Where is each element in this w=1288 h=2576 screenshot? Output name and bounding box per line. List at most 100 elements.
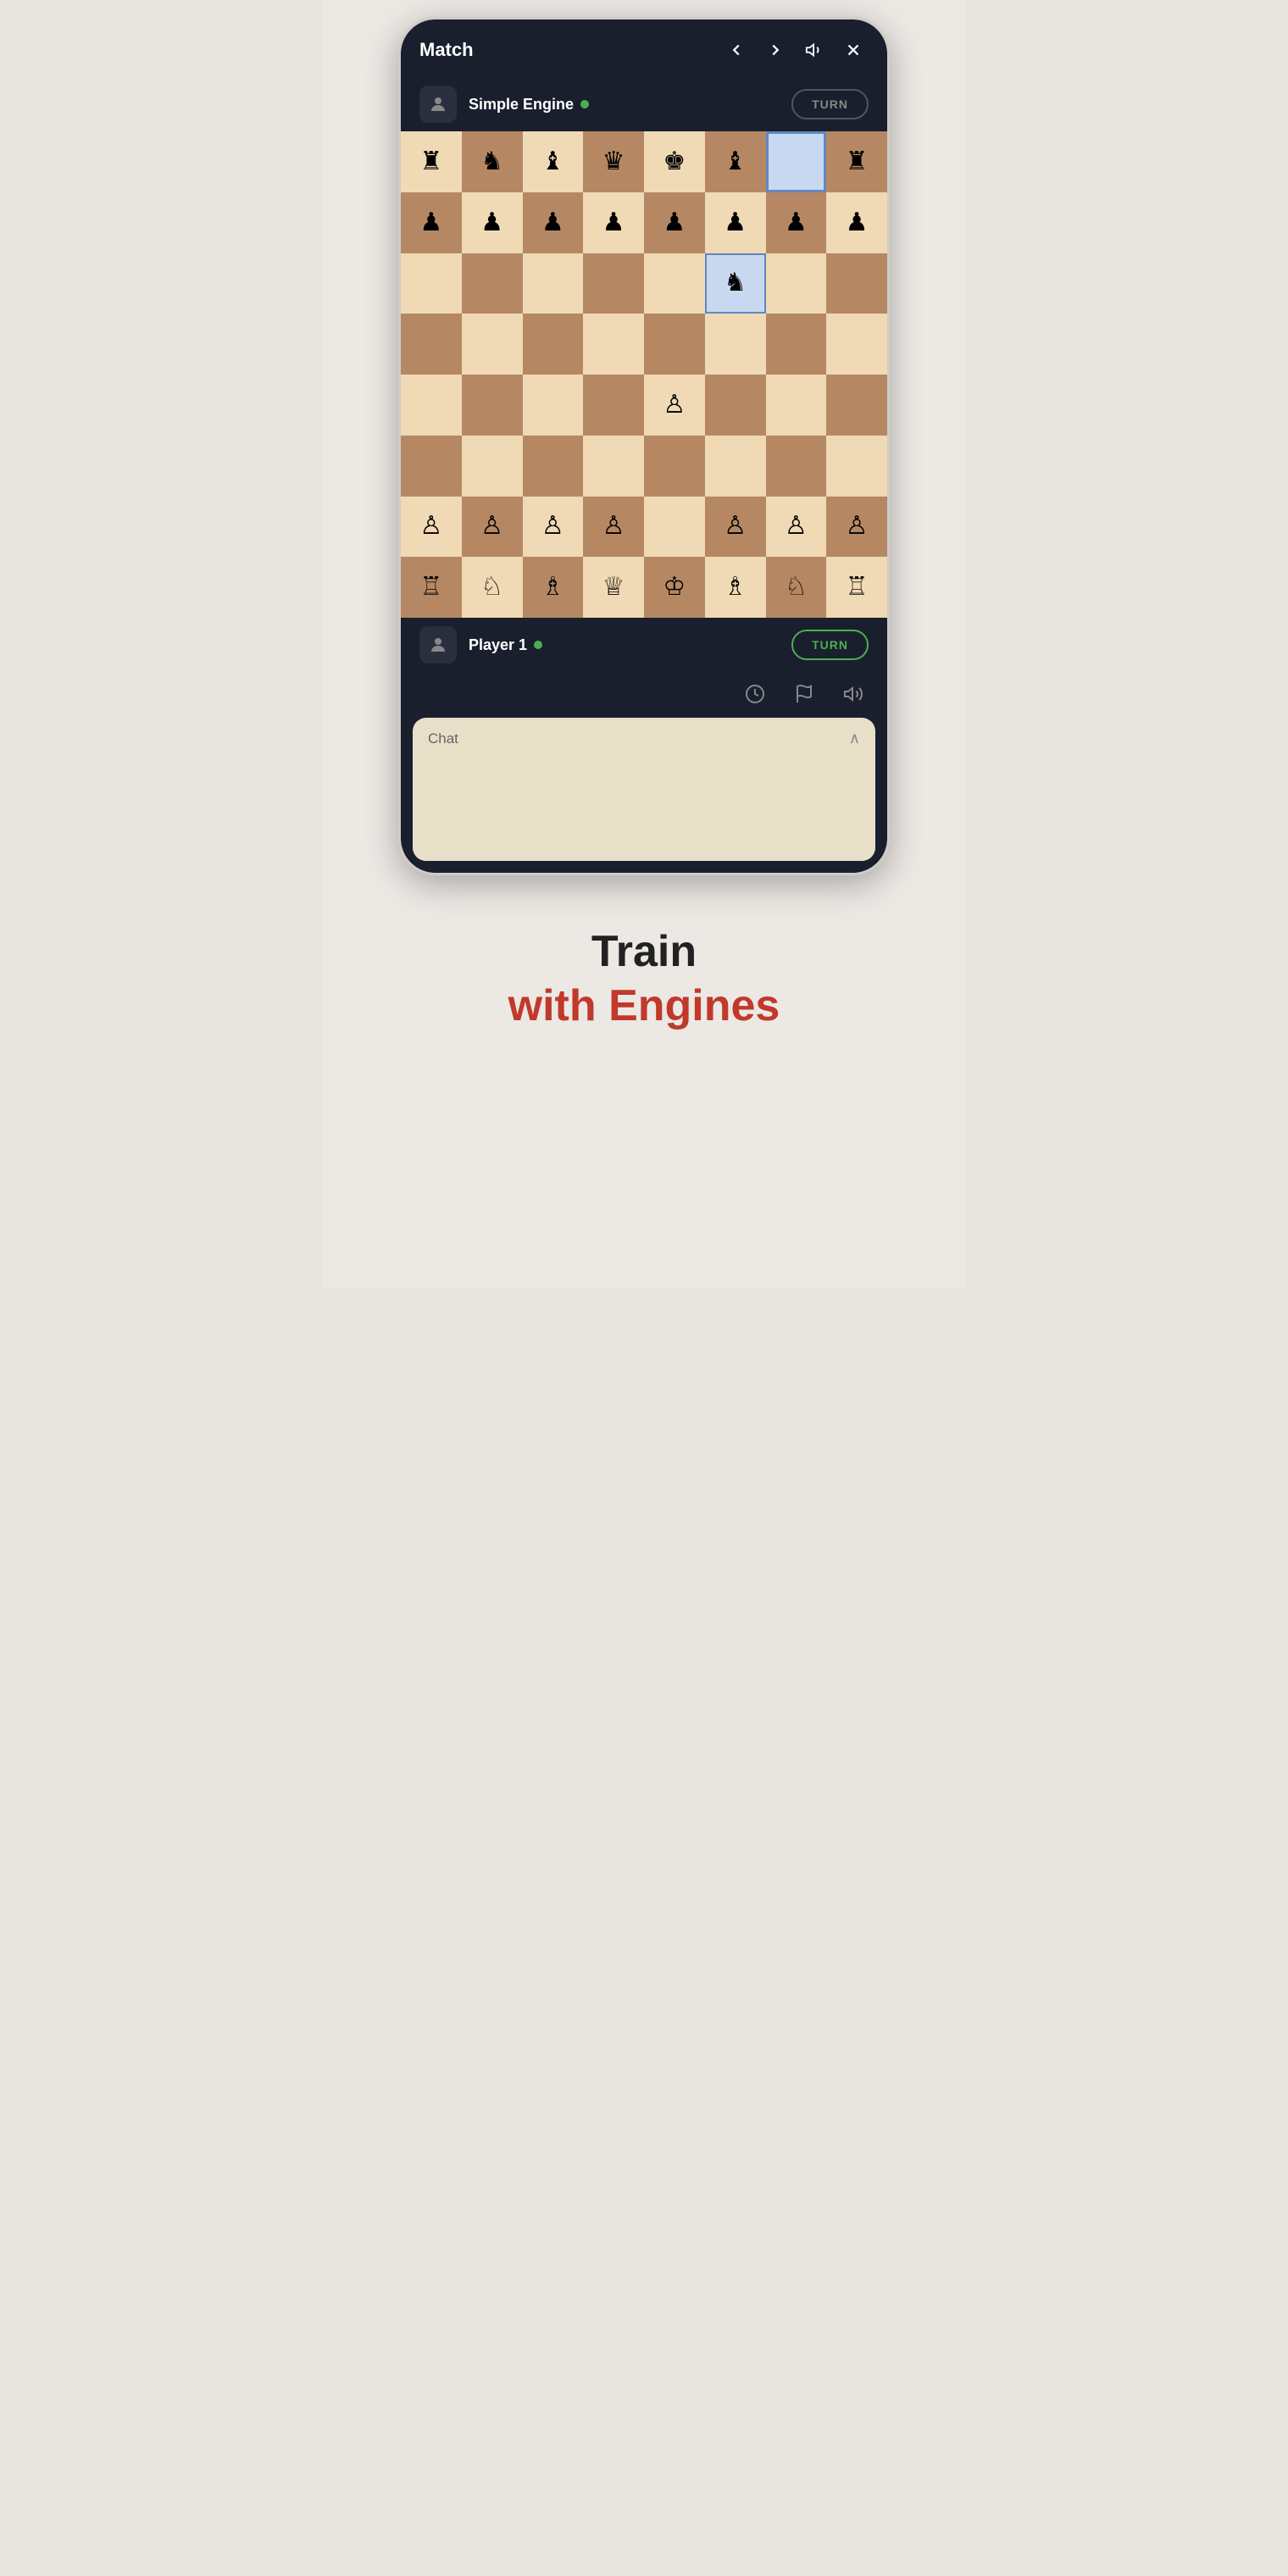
board-cell[interactable] [462, 436, 523, 497]
board-cell[interactable]: ♖ [401, 557, 462, 618]
board-cell[interactable]: ♟ [826, 192, 887, 253]
board-cell[interactable]: ♟ [766, 192, 827, 253]
board-cell[interactable] [583, 253, 644, 314]
board-cell[interactable] [401, 375, 462, 436]
chess-piece: ♙ [602, 514, 625, 539]
chess-piece: ♟ [724, 210, 747, 236]
board-cell[interactable] [523, 375, 584, 436]
board-cell[interactable]: ♝ [705, 131, 766, 192]
board-cell[interactable]: ♟ [705, 192, 766, 253]
board-cell[interactable] [401, 253, 462, 314]
engine-turn-button[interactable]: TURN [791, 89, 869, 119]
volume-icon-button[interactable] [838, 679, 869, 709]
board-cell[interactable]: ♙ [644, 375, 705, 436]
board-cell[interactable] [766, 375, 827, 436]
chess-board-container: ♜♞♝♛♚♝♜♟♟♟♟♟♟♟♟♞♙♙♙♙♙♙♙♙♖♘♗♕♔♗♘♖ [401, 131, 887, 618]
human-player-bar: Player 1 TURN [401, 618, 887, 672]
board-cell[interactable] [462, 375, 523, 436]
chess-piece: ♗ [724, 575, 747, 600]
chat-chevron-icon: ∧ [849, 730, 860, 747]
chess-piece: ♙ [663, 392, 686, 418]
chess-piece: ♟ [602, 210, 625, 236]
chat-header[interactable]: Chat ∧ [413, 718, 875, 759]
board-cell[interactable] [462, 314, 523, 375]
flag-icon-button[interactable] [789, 679, 819, 709]
board-cell[interactable] [766, 131, 827, 192]
board-cell[interactable]: ♞ [462, 131, 523, 192]
chess-piece: ♜ [419, 149, 442, 175]
sound-button[interactable] [799, 35, 830, 65]
board-cell[interactable] [766, 436, 827, 497]
board-cell[interactable] [523, 314, 584, 375]
forward-button[interactable] [760, 35, 791, 65]
board-cell[interactable]: ♞ [705, 253, 766, 314]
board-cell[interactable] [705, 375, 766, 436]
chess-piece: ♙ [846, 514, 869, 539]
board-cell[interactable] [583, 375, 644, 436]
chess-piece: ♞ [480, 149, 503, 175]
board-cell[interactable] [705, 314, 766, 375]
board-cell[interactable]: ♜ [401, 131, 462, 192]
phone-frame: Match [398, 17, 890, 875]
board-cell[interactable]: ♟ [401, 192, 462, 253]
bottom-section: Train with Engines [475, 875, 814, 1065]
board-cell[interactable]: ♟ [583, 192, 644, 253]
board-cell[interactable]: ♙ [462, 497, 523, 558]
chess-piece: ♚ [663, 149, 686, 175]
chess-piece: ♞ [724, 270, 747, 296]
board-cell[interactable]: ♟ [523, 192, 584, 253]
close-button[interactable] [838, 35, 869, 65]
chess-piece: ♕ [602, 575, 625, 600]
board-cell[interactable] [826, 253, 887, 314]
board-cell[interactable] [826, 436, 887, 497]
chess-board[interactable]: ♜♞♝♛♚♝♜♟♟♟♟♟♟♟♟♞♙♙♙♙♙♙♙♙♖♘♗♕♔♗♘♖ [401, 131, 887, 618]
board-cell[interactable] [644, 253, 705, 314]
board-cell[interactable]: ♚ [644, 131, 705, 192]
board-cell[interactable]: ♟ [462, 192, 523, 253]
board-cell[interactable] [766, 314, 827, 375]
board-cell[interactable] [523, 436, 584, 497]
board-cell[interactable] [583, 436, 644, 497]
board-cell[interactable] [583, 314, 644, 375]
board-cell[interactable] [766, 253, 827, 314]
engine-avatar [419, 86, 457, 123]
chess-piece: ♖ [419, 575, 442, 600]
board-cell[interactable] [705, 436, 766, 497]
board-cell[interactable]: ♙ [401, 497, 462, 558]
human-name: Player 1 [469, 636, 780, 654]
board-cell[interactable]: ♜ [826, 131, 887, 192]
board-cell[interactable]: ♙ [705, 497, 766, 558]
board-cell[interactable]: ♘ [462, 557, 523, 618]
board-cell[interactable] [401, 314, 462, 375]
chess-piece: ♖ [846, 575, 869, 600]
board-cell[interactable]: ♕ [583, 557, 644, 618]
human-turn-button[interactable]: TURN [791, 630, 869, 660]
chess-piece: ♜ [846, 149, 869, 175]
board-cell[interactable] [462, 253, 523, 314]
back-button[interactable] [721, 35, 752, 65]
board-cell[interactable] [401, 436, 462, 497]
board-cell[interactable]: ♗ [705, 557, 766, 618]
board-cell[interactable] [644, 497, 705, 558]
board-cell[interactable]: ♘ [766, 557, 827, 618]
board-cell[interactable] [644, 436, 705, 497]
board-cell[interactable] [644, 314, 705, 375]
board-cell[interactable] [826, 375, 887, 436]
app-content: Match [401, 19, 887, 873]
board-cell[interactable]: ♛ [583, 131, 644, 192]
board-cell[interactable]: ♔ [644, 557, 705, 618]
board-cell[interactable]: ♗ [523, 557, 584, 618]
board-cell[interactable] [826, 314, 887, 375]
board-cell[interactable] [523, 253, 584, 314]
chat-box: Chat ∧ [413, 718, 875, 861]
board-cell[interactable]: ♙ [523, 497, 584, 558]
board-cell[interactable]: ♙ [826, 497, 887, 558]
board-cell[interactable]: ♝ [523, 131, 584, 192]
board-cell[interactable]: ♙ [583, 497, 644, 558]
board-cell[interactable]: ♟ [644, 192, 705, 253]
header-bar: Match [401, 19, 887, 77]
chess-piece: ♙ [785, 514, 808, 539]
board-cell[interactable]: ♙ [766, 497, 827, 558]
history-icon-button[interactable] [740, 679, 770, 709]
board-cell[interactable]: ♖ [826, 557, 887, 618]
